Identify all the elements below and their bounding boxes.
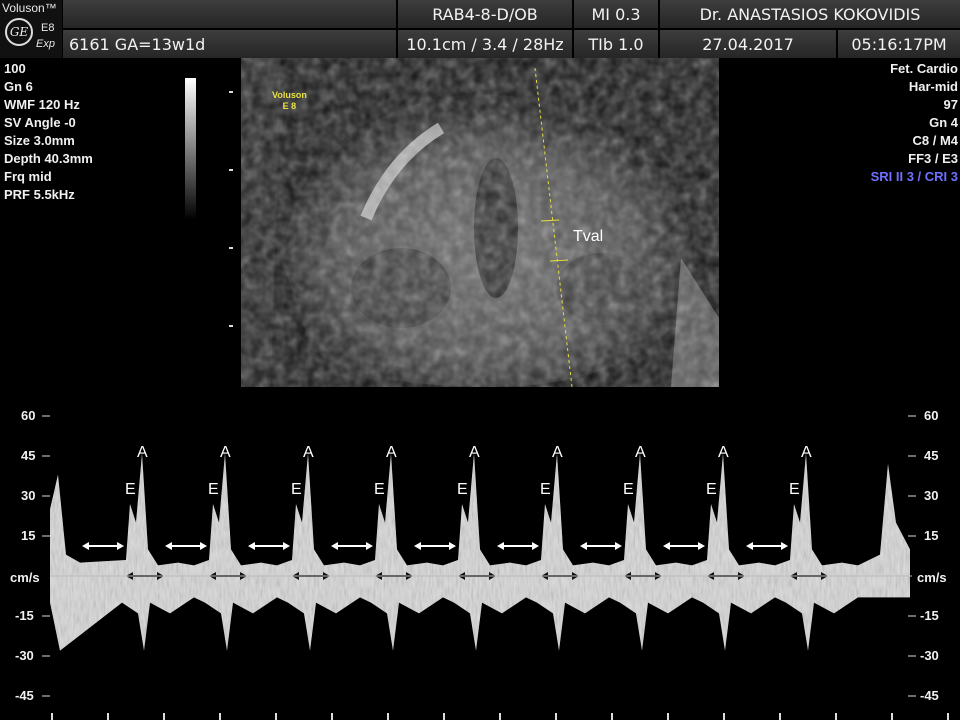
scale-label-left: -45 [15,688,34,703]
depth-marker [229,325,233,327]
arrow-head-icon [117,542,124,550]
brand-logo-area: Voluson™ GE E8 Exp [0,0,62,58]
a-wave-label: A [137,444,148,461]
arrow-head-icon [615,542,622,550]
param-line: Frq mid [4,169,52,184]
e-wave-label: E [291,481,302,498]
e-wave-label: E [789,481,800,498]
a-wave-label: A [386,444,397,461]
arrow-head-icon [497,542,504,550]
param-line: Har-mid [908,79,958,94]
param-line: SV Angle -0 [4,115,76,130]
arrow-head-icon [781,542,788,550]
arrow-head-icon [580,542,587,550]
scale-label-right: -15 [920,608,939,623]
arrow-head-icon [82,542,89,550]
arrow-head-icon [331,542,338,550]
arrow-head-icon [698,542,705,550]
param-line: Gn 6 [4,79,33,94]
doppler-spectrum [42,415,949,720]
e-wave-label: E [540,481,551,498]
param-line: WMF 120 Hz [4,97,80,112]
probe-cell: RAB4-8-D/OB [398,0,572,28]
doctor-cell: Dr. ANASTASIOS KOKOVIDIS [660,0,960,28]
bmode-image [241,58,719,387]
model-sub-label: Exp [36,38,55,50]
sri-cri-label: SRI II 3 / CRI 3 [870,169,958,184]
e-wave-label: E [706,481,717,498]
mi-cell: MI 0.3 [574,0,658,28]
scale-label-right: -45 [920,688,939,703]
depth-marker [229,169,233,171]
time-cell: 05:16:17PM [838,30,960,58]
unit-label-left: cm/s [10,570,40,585]
param-line: 100 [4,61,26,76]
arrow-head-icon [532,542,539,550]
e-wave-label: E [208,481,219,498]
scale-label-right: 60 [924,408,939,423]
tval-label: Tval [573,228,604,245]
arrow-head-icon [248,542,255,550]
arrow-head-icon [200,542,207,550]
time-ticks [51,713,949,720]
watermark-line: E 8 [282,101,297,111]
e-wave-label: E [457,481,468,498]
tib-cell: TIb 1.0 [574,30,658,58]
param-line: FF3 / E3 [908,151,958,166]
e-wave-label: E [623,481,634,498]
e-wave-label: E [374,481,385,498]
param-line: Fet. Cardio [890,61,958,76]
ge-logo-icon: GE [5,18,33,46]
arrow-head-icon [283,542,290,550]
a-wave-label: A [303,444,314,461]
scale-label-right: 30 [924,488,939,503]
scale-label-left: 45 [21,448,36,463]
arrow-head-icon [746,542,753,550]
depth-marker [229,247,233,249]
arrow-head-icon [366,542,373,550]
a-wave-label: A [635,444,646,461]
arrow-head-icon [449,542,456,550]
a-wave-label: A [220,444,231,461]
voluson-watermark: Voluson E 8 [272,90,307,112]
param-line: Gn 4 [929,115,958,130]
spectrum-texture [50,453,910,651]
arrow-head-icon [165,542,172,550]
param-line: C8 / M4 [912,133,958,148]
scale-label-left: 60 [21,408,36,423]
arrow-head-icon [663,542,670,550]
spectral-waveform [50,453,910,651]
a-wave-label: A [469,444,480,461]
bmode-heart-image [241,58,719,387]
brand-name: Voluson™ [2,1,57,15]
scale-label-left: 15 [21,528,36,543]
scale-label-right: 15 [924,528,939,543]
header-cell-blank [63,0,396,28]
watermark-line: Voluson [272,90,307,100]
a-wave-label: A [801,444,812,461]
param-line: Size 3.0mm [4,133,75,148]
model-label: E8 [41,22,55,34]
param-line: Depth 40.3mm [4,151,93,166]
left-parameter-panel: 100 Gn 6 WMF 120 Hz SV Angle -0 Size 3.0… [4,60,93,204]
arrow-head-icon [414,542,421,550]
a-wave-label: A [718,444,729,461]
scale-label-left: -30 [15,648,34,663]
depth-info-cell: 10.1cm / 3.4 / 28Hz [398,30,572,58]
param-line: 97 [943,97,958,112]
scale-label-right: -30 [920,648,939,663]
param-line: PRF 5.5kHz [4,187,75,202]
scale-label-right: 45 [924,448,939,463]
patient-cell: 6161 GA=13w1d [63,30,396,58]
scale-label-left: 30 [21,488,36,503]
e-wave-label: E [125,481,136,498]
right-parameter-panel: Fet. Cardio Har-mid 97 Gn 4 C8 / M4 FF3 … [871,60,958,186]
unit-label-right: cm/s [917,570,947,585]
depth-marker [229,91,233,93]
date-cell: 27.04.2017 [660,30,836,58]
grayscale-bar [185,78,196,220]
top-info-bar: Voluson™ GE E8 Exp RAB4-8-D/OB MI 0.3 Dr… [0,0,960,58]
scale-label-left: -15 [15,608,34,623]
a-wave-label: A [552,444,563,461]
